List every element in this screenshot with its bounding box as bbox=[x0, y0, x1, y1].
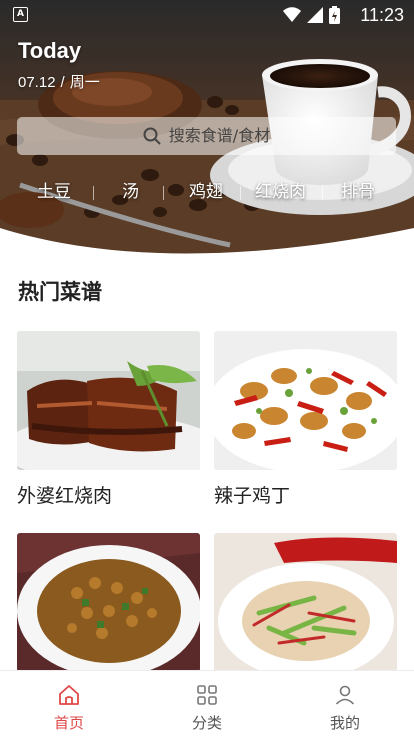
nav-item-category[interactable]: 分类 bbox=[167, 683, 247, 733]
quick-tags: 土豆 汤 鸡翅 红烧肉 排骨 bbox=[0, 178, 414, 208]
today-label: Today bbox=[18, 38, 82, 63]
nav-item-home[interactable]: 首页 bbox=[29, 683, 109, 733]
status-time: 11:23 bbox=[360, 5, 404, 25]
hero-banner: A 11:23 Today 07.12/周一 搜索食谱/食材 土豆 汤 鸡翅 红… bbox=[0, 0, 414, 262]
user-icon bbox=[335, 685, 355, 705]
nav-item-profile[interactable]: 我的 bbox=[305, 683, 385, 733]
status-bar: A 11:23 bbox=[0, 0, 414, 30]
grid-icon bbox=[197, 685, 217, 705]
section-title: 热门菜谱 bbox=[18, 280, 102, 304]
recipe-image-spicy-chicken bbox=[214, 331, 397, 470]
signal-icon bbox=[307, 7, 323, 23]
search-placeholder: 搜索食谱/食材 bbox=[168, 126, 271, 145]
date-text: 07.12 bbox=[18, 74, 56, 91]
battery-icon bbox=[329, 6, 340, 24]
status-icons bbox=[283, 6, 340, 24]
recipe-name: 外婆红烧肉 bbox=[17, 485, 113, 507]
nav-label: 首页 bbox=[53, 714, 84, 732]
recipe-image-stir-fry bbox=[214, 533, 397, 672]
tag-potato[interactable]: 土豆 bbox=[37, 178, 71, 206]
recipe-card[interactable] bbox=[17, 533, 200, 685]
nav-label: 分类 bbox=[191, 714, 222, 732]
tag-chicken-wings[interactable]: 鸡翅 bbox=[189, 178, 223, 206]
app-notification-icon: A bbox=[13, 7, 28, 22]
tag-divider bbox=[93, 186, 94, 200]
wifi-icon bbox=[283, 7, 301, 22]
tag-ribs[interactable]: 排骨 bbox=[341, 178, 375, 206]
tag-braised-pork[interactable]: 红烧肉 bbox=[255, 178, 306, 206]
search-icon bbox=[143, 127, 161, 145]
tag-soup[interactable]: 汤 bbox=[122, 178, 139, 206]
recipe-image-braised-pork bbox=[17, 331, 200, 470]
tag-divider bbox=[163, 186, 164, 200]
recipe-name: 辣子鸡丁 bbox=[214, 485, 291, 507]
bottom-nav: 首页 分类 我的 bbox=[0, 670, 414, 737]
home-icon bbox=[59, 685, 79, 705]
tag-divider bbox=[240, 186, 241, 200]
search-bar[interactable]: 搜索食谱/食材 bbox=[17, 117, 396, 155]
recipe-card[interactable]: 辣子鸡丁 bbox=[214, 331, 397, 509]
date-row: 07.12/周一 bbox=[18, 73, 100, 93]
tag-divider bbox=[322, 186, 323, 200]
nav-label: 我的 bbox=[329, 714, 360, 732]
recipe-card[interactable] bbox=[214, 533, 397, 685]
recipe-image-diced-dish bbox=[17, 533, 200, 672]
recipe-card[interactable]: 外婆红烧肉 bbox=[17, 331, 200, 509]
weekday-text: 周一 bbox=[69, 74, 100, 91]
date-separator: / bbox=[60, 74, 65, 91]
